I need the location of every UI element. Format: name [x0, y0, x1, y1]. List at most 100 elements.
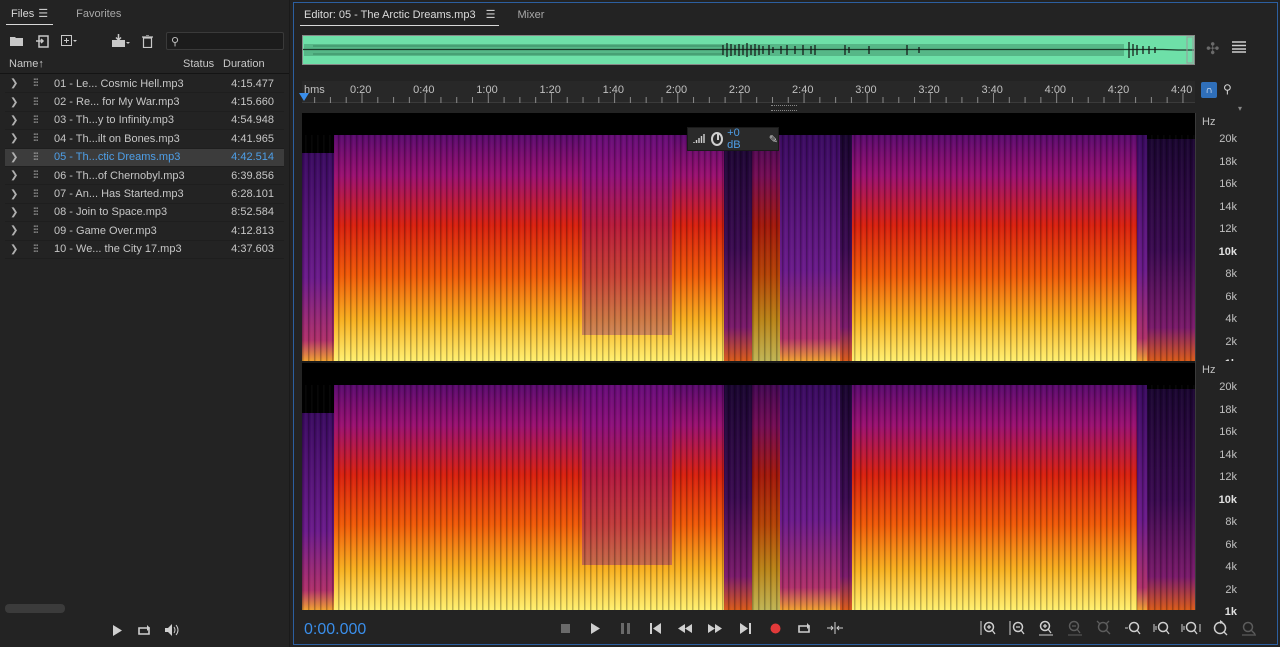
ruler-tick-label: 2:20: [728, 84, 751, 96]
editor-panel: Editor: 05 - The Arctic Dreams.mp3 ☰ Mixe…: [293, 2, 1278, 645]
sort-ascending-icon: ↑: [38, 57, 44, 70]
zoom-navigator-icon[interactable]: ✣: [1206, 39, 1219, 59]
timeline-ruler[interactable]: hms 0:20 0:40 1:00 1:20 1:40 2:00 2:20 2:40 3:00…: [299, 81, 1195, 103]
zoom-in-selection-icon[interactable]: [1152, 619, 1172, 637]
overview-menu-icon[interactable]: [1232, 40, 1246, 56]
file-list-item[interactable]: ❯ ⫶⫶⫶ 05 - Th...ctic Dreams.mp3 4:42.514: [5, 148, 284, 167]
zoom-in-point-icon[interactable]: [1123, 619, 1143, 637]
file-name: 10 - We... the City 17.mp3: [54, 243, 182, 256]
insert-into-multitrack-icon[interactable]: [112, 32, 130, 50]
zoom-out-time-icon[interactable]: [1065, 619, 1085, 637]
zoom-selection-icon[interactable]: [1181, 619, 1201, 637]
files-panel-tabs: Files ☰ Favorites: [0, 0, 289, 28]
rewind-icon[interactable]: [676, 619, 694, 637]
zoom-in-amplitude-icon[interactable]: [978, 619, 998, 637]
collapse-arrow-icon[interactable]: ▾: [1238, 104, 1242, 113]
expand-chevron-icon[interactable]: ❯: [10, 189, 18, 200]
expand-chevron-icon[interactable]: ❯: [10, 170, 18, 181]
tab-files[interactable]: Files ☰: [6, 3, 54, 25]
hamburger-menu-icon[interactable]: ☰: [486, 9, 496, 21]
zoom-out-full-icon[interactable]: [1094, 619, 1114, 637]
hamburger-menu-icon[interactable]: ☰: [38, 8, 48, 20]
frequency-tick-label: 20k: [1219, 381, 1237, 393]
search-input[interactable]: ⚲: [166, 32, 284, 50]
record-icon[interactable]: [766, 619, 784, 637]
waveform-file-icon: ⫶⫶⫶: [33, 243, 38, 255]
file-list-item[interactable]: ❯ ⫶⫶⫶ 07 - An... Has Started.mp3 6:28.101: [5, 185, 284, 204]
frequency-tick-label: 6k: [1225, 290, 1237, 303]
zoom-reset-icon[interactable]: [1210, 619, 1230, 637]
file-list-item[interactable]: ❯ ⫶⫶⫶ 01 - Le... Cosmic Hell.mp3 4:15.477: [5, 75, 284, 94]
frequency-tick-label: 16k: [1219, 426, 1237, 438]
move-to-next-icon[interactable]: [736, 619, 754, 637]
frequency-tick-label: 14k: [1219, 448, 1237, 461]
snap-to-playhead-icon[interactable]: ∩: [1201, 82, 1217, 98]
zoom-scroll-handle[interactable]: [771, 105, 797, 111]
new-file-icon[interactable]: [60, 32, 78, 50]
tab-editor[interactable]: Editor: 05 - The Arctic Dreams.mp3 ☰: [300, 4, 500, 26]
expand-chevron-icon[interactable]: ❯: [10, 225, 18, 236]
overview-waveform[interactable]: [302, 35, 1195, 65]
playhead-marker[interactable]: [299, 93, 309, 101]
hud-gain-value: +0 dB: [727, 127, 741, 151]
tab-mixer[interactable]: Mixer: [513, 4, 548, 26]
frequency-tick-label: 10k: [1218, 493, 1237, 506]
fast-forward-icon[interactable]: [706, 619, 724, 637]
file-list-header: Name↑ Status Duration: [0, 54, 289, 74]
search-icon: ⚲: [171, 35, 180, 48]
play-icon[interactable]: [108, 621, 126, 639]
pause-icon[interactable]: [616, 619, 634, 637]
expand-chevron-icon[interactable]: ❯: [10, 152, 18, 163]
zoom-out-amplitude-icon[interactable]: [1007, 619, 1027, 637]
expand-chevron-icon[interactable]: ❯: [10, 207, 18, 218]
column-status[interactable]: Status: [183, 58, 214, 70]
pin-hud-icon[interactable]: ✎: [769, 133, 778, 146]
frequency-tick-label: 14k: [1219, 200, 1237, 213]
loop-icon[interactable]: [136, 621, 154, 639]
file-name: 03 - Th...y to Infinity.mp3: [54, 114, 175, 127]
spectral-frequency-display[interactable]: [302, 113, 1195, 610]
delete-icon[interactable]: [138, 32, 156, 50]
ruler-tick-label: 0:40: [413, 84, 435, 96]
file-list-item[interactable]: ❯ ⫶⫶⫶ 08 - Join to Space.mp3 8:52.584: [5, 204, 284, 223]
file-list-item[interactable]: ❯ ⫶⫶⫶ 02 - Re... for My War.mp3 4:15.660: [5, 93, 284, 112]
expand-chevron-icon[interactable]: ❯: [10, 133, 18, 144]
volume-knob[interactable]: [711, 132, 724, 146]
file-name: 05 - Th...ctic Dreams.mp3: [54, 151, 181, 164]
zoom-full-icon[interactable]: [1239, 619, 1259, 637]
tab-favorites[interactable]: Favorites: [71, 3, 126, 25]
move-to-previous-icon[interactable]: [646, 619, 664, 637]
ruler-tick-label: 3:20: [918, 84, 940, 96]
current-time-display[interactable]: 0:00.000: [304, 621, 366, 639]
import-file-icon[interactable]: [34, 32, 52, 50]
overview-waveform-graphic: [303, 36, 1194, 64]
frequency-axis-channel-2: Hz 20k 18k 16k 14k 12k 10k 8k 6k 4k 2k 1k: [1195, 361, 1245, 618]
open-folder-icon[interactable]: [8, 32, 26, 50]
expand-chevron-icon[interactable]: ❯: [10, 244, 18, 255]
waveform-file-icon: ⫶⫶⫶: [33, 151, 38, 163]
ruler-tick-label: 4:40: [1170, 84, 1193, 96]
file-list-item[interactable]: ❯ ⫶⫶⫶ 04 - Th...ilt on Bones.mp3 4:41.965: [5, 130, 284, 149]
zoom-in-time-icon[interactable]: [1036, 619, 1056, 637]
waveform-file-icon: ⫶⫶⫶: [33, 206, 38, 218]
skip-selection-icon[interactable]: [826, 619, 844, 637]
pin-marker-icon[interactable]: ⚲: [1223, 82, 1232, 98]
column-name[interactable]: Name↑: [9, 58, 44, 70]
file-list-item[interactable]: ❯ ⫶⫶⫶ 03 - Th...y to Infinity.mp3 4:54.948: [5, 112, 284, 131]
file-list-item[interactable]: ❯ ⫶⫶⫶ 09 - Game Over.mp3 4:12.813: [5, 222, 284, 241]
frequency-tick-label: 18k: [1219, 155, 1237, 168]
file-list-item[interactable]: ❯ ⫶⫶⫶ 10 - We... the City 17.mp3 4:37.603: [5, 241, 284, 259]
file-duration: 4:37.603: [231, 243, 274, 256]
file-list-item[interactable]: ❯ ⫶⫶⫶ 06 - Th...of Chernobyl.mp3 6:39.856: [5, 167, 284, 186]
play-icon[interactable]: [586, 619, 604, 637]
expand-chevron-icon[interactable]: ❯: [10, 115, 18, 126]
stop-icon[interactable]: [556, 619, 574, 637]
loop-playback-icon[interactable]: [796, 619, 814, 637]
file-name: 04 - Th...ilt on Bones.mp3: [54, 132, 180, 145]
column-duration[interactable]: Duration: [223, 58, 265, 70]
autoplay-volume-icon[interactable]: [164, 621, 182, 639]
horizontal-scrollbar[interactable]: [5, 604, 65, 613]
expand-chevron-icon[interactable]: ❯: [10, 78, 18, 89]
files-panel: Files ☰ Favorites ⚲ Name↑ Status Duration…: [0, 0, 290, 647]
expand-chevron-icon[interactable]: ❯: [10, 97, 18, 108]
